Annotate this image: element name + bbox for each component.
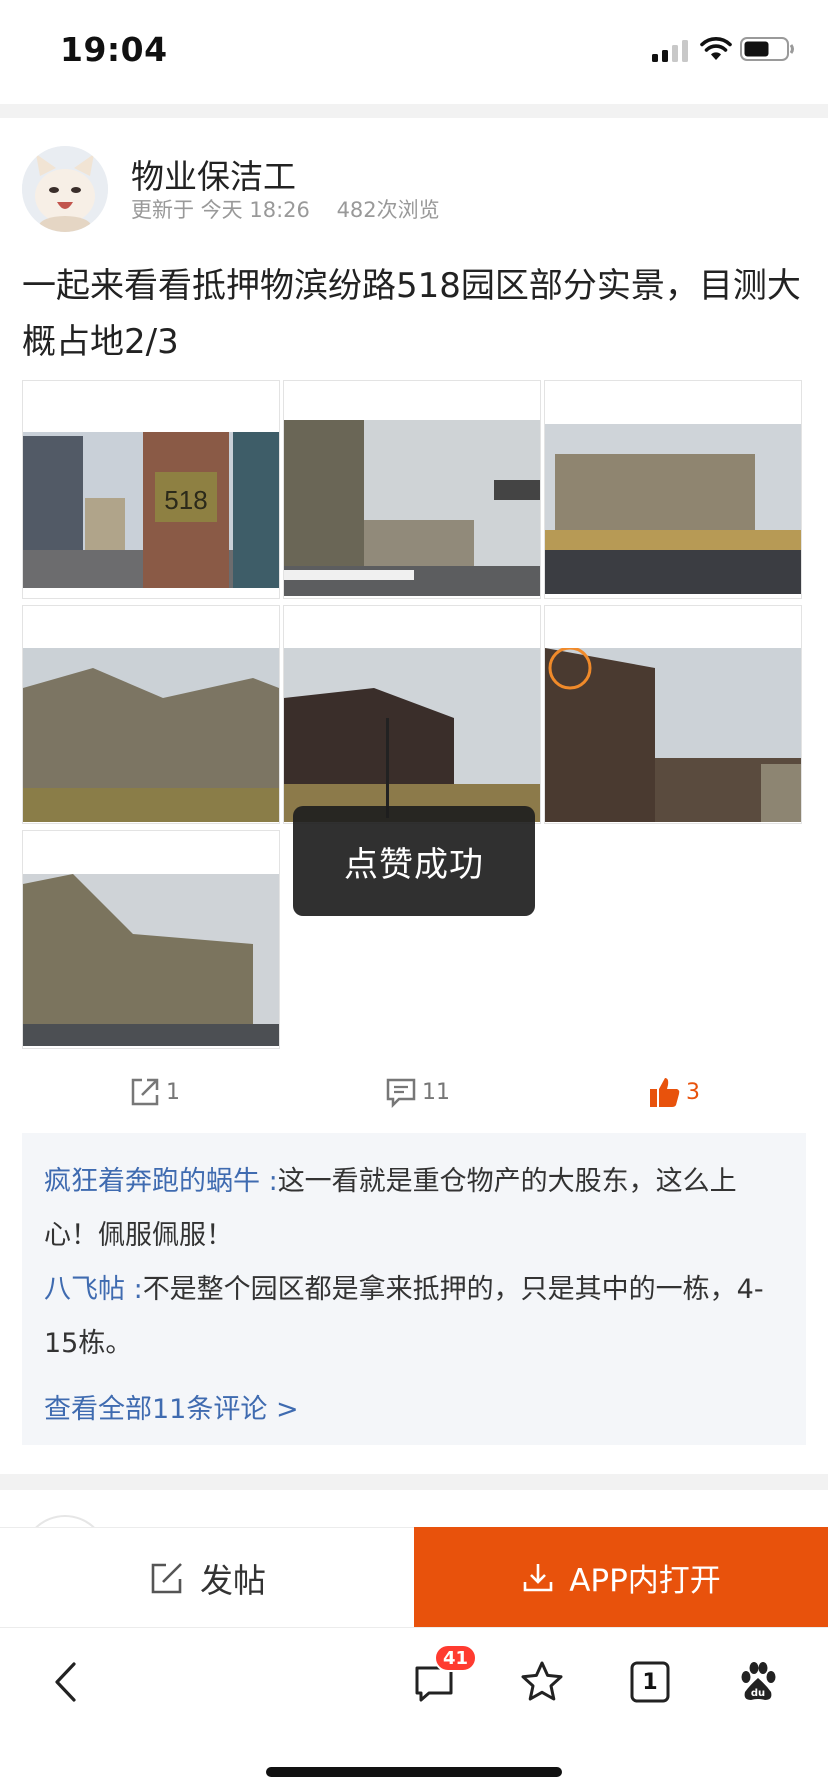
commenter-name[interactable]: 八飞帖 : <box>44 1274 143 1305</box>
svg-text:du: du <box>751 1688 765 1699</box>
section-divider <box>0 104 828 118</box>
post-photo-6[interactable] <box>544 605 802 824</box>
download-icon <box>523 1564 553 1592</box>
author-avatar[interactable] <box>22 146 108 232</box>
post-photo-7[interactable] <box>22 830 280 1049</box>
wifi-icon <box>700 37 732 60</box>
share-action[interactable]: 1 <box>128 1072 180 1112</box>
comment-preview: 疯狂着奔跑的蜗牛 :这一看就是重仓物产的大股东，这么上心！佩服佩服！ 八飞帖 :… <box>22 1133 806 1445</box>
post-photo-1[interactable]: 518 <box>22 380 280 599</box>
post-photo-3[interactable] <box>544 380 802 599</box>
share-icon <box>131 1078 159 1106</box>
post-photo-5[interactable] <box>283 605 541 824</box>
post-text: 一起来看看抵押物滨纷路518园区部分实景，目测大概占地2/3 <box>22 266 801 362</box>
toast-message: 点赞成功 <box>293 806 535 916</box>
bottom-action-bar: 发帖 APP内打开 <box>0 1527 828 1627</box>
post-photo-4[interactable] <box>22 605 280 824</box>
section-divider <box>0 1474 828 1490</box>
tab-count: 1 <box>642 1669 658 1695</box>
post-button-label: 发帖 <box>200 1560 266 1600</box>
message-badge: 41 <box>434 1644 478 1672</box>
post-button[interactable]: 发帖 <box>0 1527 414 1627</box>
like-action[interactable]: 3 <box>648 1072 700 1112</box>
signal-icon <box>652 40 688 62</box>
star-icon <box>521 1661 563 1701</box>
baidu-paw-icon: du <box>741 1662 776 1700</box>
comment-action[interactable]: 11 <box>384 1072 450 1112</box>
baidu-button[interactable]: du <box>728 1652 788 1712</box>
comment-item: 八飞帖 :不是整个园区都是拿来抵押的，只是其中的一栋，4-15栋。 <box>44 1263 784 1371</box>
share-count: 1 <box>166 1079 180 1105</box>
status-time: 19:04 <box>60 30 168 69</box>
favorite-button[interactable] <box>512 1652 572 1712</box>
commenter-name[interactable]: 疯狂着奔跑的蜗牛 : <box>44 1166 278 1197</box>
post-meta: 更新于 今天 18:26 482次浏览 <box>131 198 440 222</box>
open-in-app-button[interactable]: APP内打开 <box>414 1527 828 1627</box>
back-button[interactable] <box>38 1652 98 1712</box>
author-name[interactable]: 物业保洁工 <box>131 150 296 198</box>
edit-icon <box>151 1562 182 1593</box>
plaque-number: 518 <box>164 485 207 515</box>
comment-text: 不是整个园区都是拿来抵押的，只是其中的一栋，4-15栋。 <box>44 1274 764 1359</box>
comment-count: 11 <box>422 1079 450 1105</box>
back-icon <box>55 1662 76 1702</box>
status-bar: 19:04 <box>0 0 828 100</box>
comment-icon <box>386 1078 416 1109</box>
like-count: 3 <box>686 1079 700 1105</box>
thumbs-up-icon <box>650 1078 680 1107</box>
view-all-comments-link[interactable]: 查看全部11条评论 > <box>44 1383 299 1437</box>
browser-toolbar: 41 1 du <box>0 1627 828 1792</box>
home-indicator <box>266 1767 562 1777</box>
comment-item: 疯狂着奔跑的蜗牛 :这一看就是重仓物产的大股东，这么上心！佩服佩服！ <box>44 1155 784 1263</box>
open-in-app-label: APP内打开 <box>569 1562 721 1599</box>
battery-icon <box>740 37 794 61</box>
post-photo-2[interactable] <box>283 380 541 599</box>
tabs-button[interactable]: 1 <box>620 1652 680 1712</box>
